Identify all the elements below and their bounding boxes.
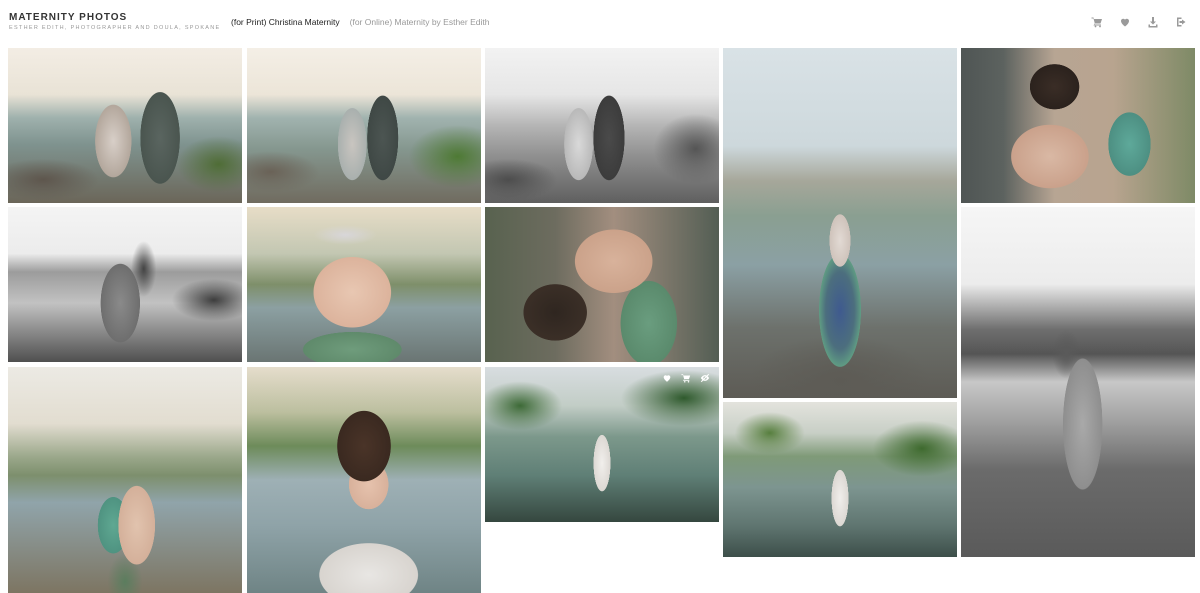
set-tabs: (for Print) Christina Maternity (for Onl… <box>231 17 489 27</box>
heart-icon[interactable] <box>1118 15 1132 29</box>
photo-child-kissing-belly[interactable] <box>485 207 719 362</box>
photo-child-hugging-mother-closeup[interactable] <box>961 48 1195 203</box>
download-icon[interactable] <box>1146 15 1160 29</box>
photo-mother-standing-water-wide[interactable] <box>723 402 957 557</box>
cart-icon[interactable] <box>681 373 692 384</box>
photo-belly-closeup-hands[interactable] <box>247 207 481 362</box>
heart-icon[interactable] <box>662 373 673 384</box>
header-actions <box>1090 15 1188 29</box>
brand: MATERNITY PHOTOS ESTHER EDITH, PHOTOGRAP… <box>9 12 221 31</box>
photo-mother-standing-river-blue-skirt[interactable] <box>723 48 957 398</box>
gallery-title: MATERNITY PHOTOS <box>9 12 128 23</box>
photo-family-bw-riverbank[interactable] <box>485 48 719 203</box>
photo-mother-holding-child-river[interactable] <box>8 367 242 593</box>
photo-family-forehead-kiss[interactable] <box>247 48 481 203</box>
photo-mother-portrait-white-dress[interactable] <box>247 367 481 593</box>
share-icon[interactable] <box>1174 15 1188 29</box>
photo-mother-wading-water-trees[interactable] <box>485 367 719 522</box>
hide-icon[interactable] <box>700 373 711 384</box>
gallery-subtitle: ESTHER EDITH, PHOTOGRAPHER AND DOULA, SP… <box>9 25 221 31</box>
gallery-header: MATERNITY PHOTOS ESTHER EDITH, PHOTOGRAP… <box>0 0 1200 46</box>
photo-hover-actions <box>662 373 711 384</box>
cart-icon[interactable] <box>1090 15 1104 29</box>
photo-bw-mother-child-tall[interactable] <box>961 207 1195 557</box>
tab-online-maternity[interactable]: (for Online) Maternity by Esther Edith <box>350 17 490 27</box>
photo-family-bw-hug-river[interactable] <box>8 207 242 362</box>
tab-print-christina-maternity[interactable]: (for Print) Christina Maternity <box>231 17 340 27</box>
photo-family-embrace-river[interactable] <box>8 48 242 203</box>
